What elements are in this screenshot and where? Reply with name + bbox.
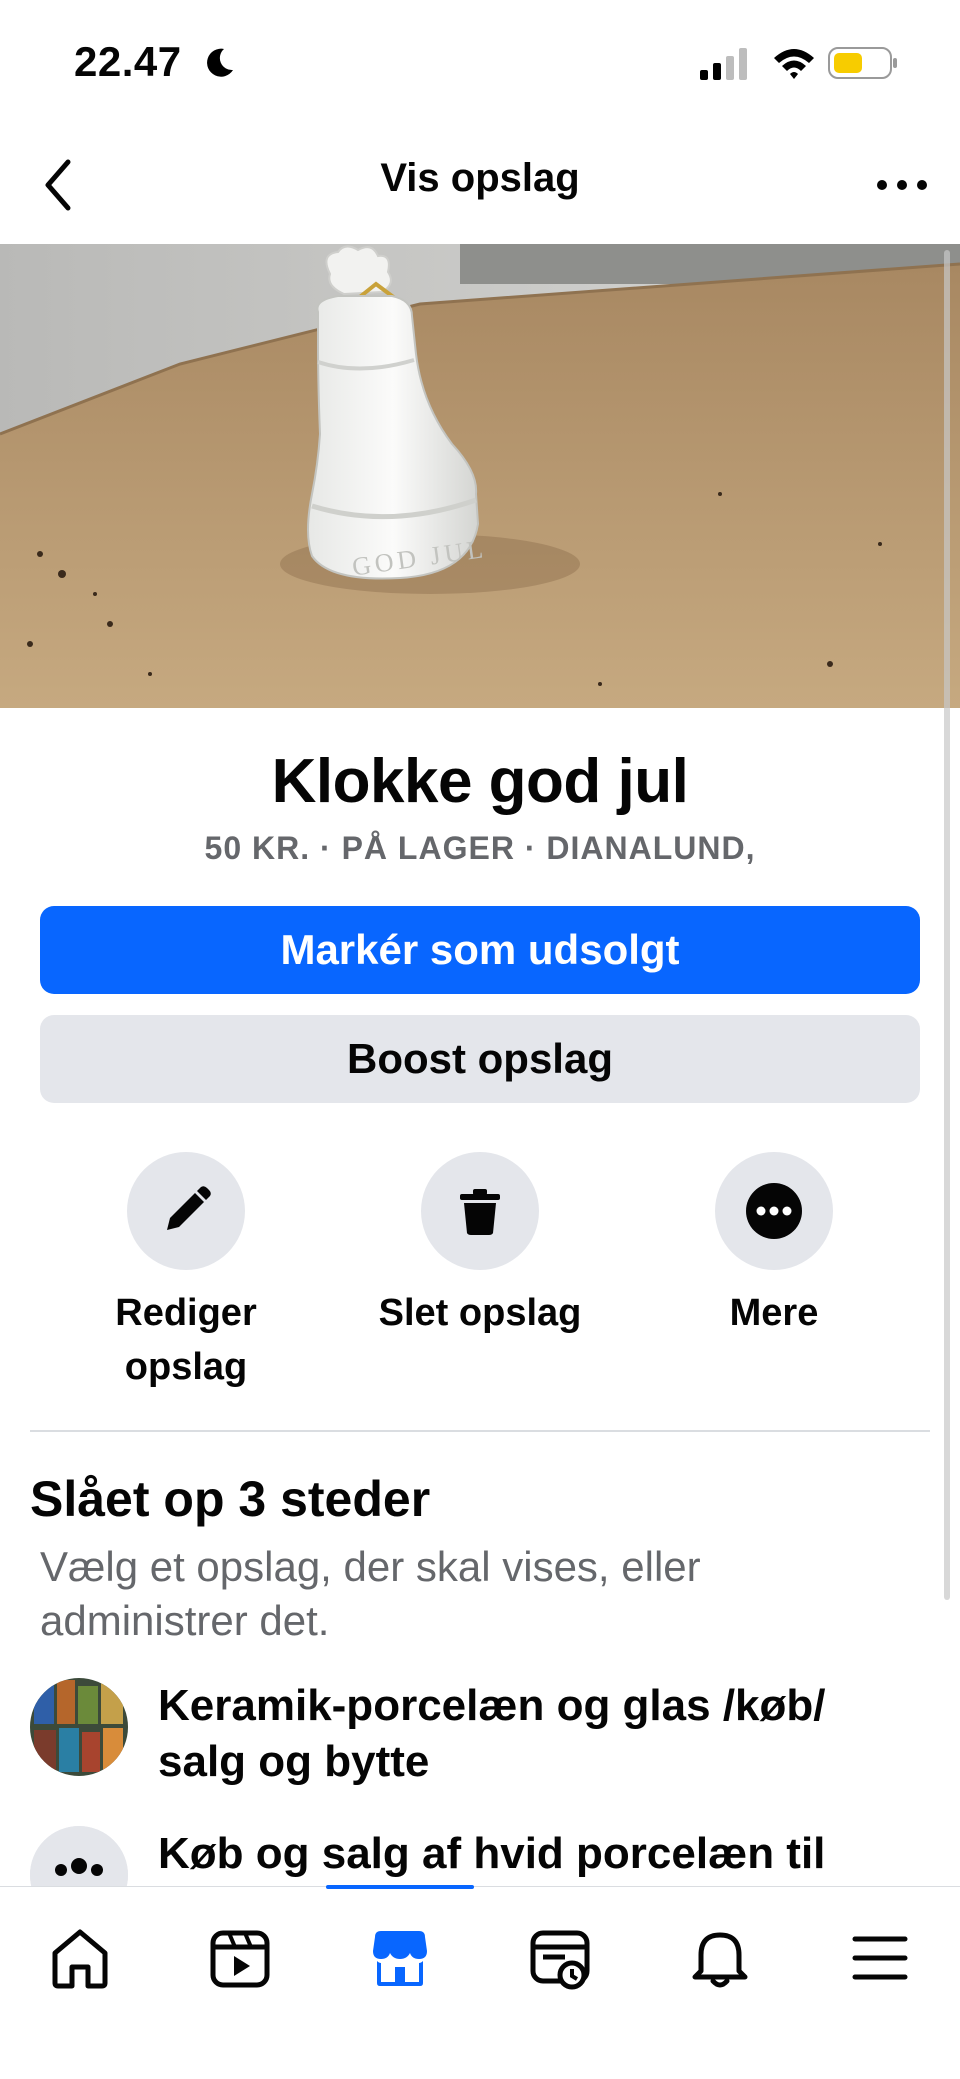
listing-meta: 50 KR. · PÅ LAGER · DIANALUND, (204, 830, 756, 866)
news-icon[interactable] (525, 1923, 595, 1993)
signal-icon (700, 48, 747, 80)
video-icon[interactable] (205, 1923, 275, 1993)
pencil-icon (167, 1186, 211, 1230)
page-title: Vis opslag (380, 156, 580, 200)
more-icon (746, 1183, 802, 1239)
group-list-item[interactable]: Keramik-porcelæn og glas /køb/ salg og b… (30, 1678, 930, 1798)
status-time: 22.47 (74, 38, 182, 85)
posted-section-title: Slået op 3 steder (30, 1471, 431, 1527)
group-name: Keramik-porcelæn og glas /køb/ salg og b… (158, 1681, 826, 1786)
group-avatar (30, 1678, 128, 1776)
edit-listing-action[interactable]: Rediger opslag (66, 1152, 306, 1394)
group-photo (30, 1678, 128, 1776)
group-name: Køb og salg af hvid porcelæn til (158, 1829, 826, 1878)
marketplace-icon[interactable] (365, 1923, 435, 1993)
edit-listing-label: Rediger opslag (115, 1292, 257, 1388)
listing-photo[interactable]: GOD JUL (0, 244, 960, 708)
mark-sold-button[interactable]: Markér som udsolgt (40, 906, 920, 994)
posted-section-subtitle: Vælg et opslag, der skal vises, eller ad… (40, 1543, 701, 1644)
edit-action-circle[interactable] (127, 1152, 245, 1270)
boost-listing-button[interactable]: Boost opslag (40, 1015, 920, 1103)
nav-header: Vis opslag (0, 130, 960, 244)
delete-listing-action[interactable]: Slet opslag (360, 1152, 600, 1340)
group-avatar (30, 1826, 128, 1886)
more-options-button[interactable] (872, 160, 932, 210)
wifi-icon (774, 49, 814, 79)
delete-action-circle[interactable] (421, 1152, 539, 1270)
battery-icon (828, 47, 897, 79)
divider (30, 1430, 930, 1432)
delete-listing-label: Slet opslag (378, 1292, 582, 1334)
menu-icon[interactable] (845, 1923, 915, 1993)
bottom-nav (0, 1885, 960, 2079)
more-label: Mere (729, 1292, 819, 1334)
trash-icon (460, 1189, 500, 1235)
group-list-item[interactable]: Køb og salg af hvid porcelæn til (30, 1826, 930, 1886)
moon-icon (207, 48, 233, 77)
people-icon (30, 1826, 128, 1886)
home-icon[interactable] (45, 1923, 115, 1993)
bell-photo: GOD JUL (0, 244, 960, 708)
scrollbar[interactable] (944, 250, 950, 1600)
more-action[interactable]: Mere (654, 1152, 894, 1340)
bell-icon[interactable] (685, 1923, 755, 1993)
more-action-circle[interactable] (715, 1152, 833, 1270)
active-tab-indicator (326, 1885, 474, 1889)
listing-title: Klokke god jul (271, 747, 689, 816)
status-bar: 22.47 (0, 0, 960, 130)
